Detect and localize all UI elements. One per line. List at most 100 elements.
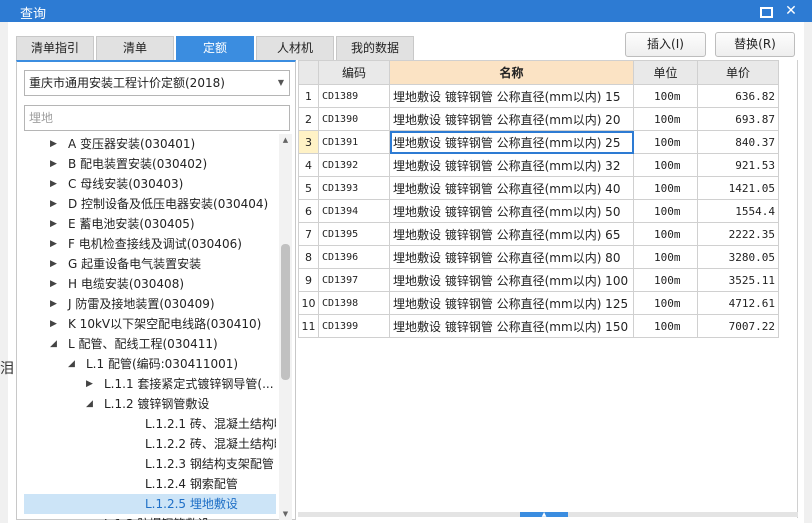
table-row[interactable]: 3 CD1391 埋地敷设 镀锌钢管 公称直径(mm以内) 25 100m 840.37 — [298, 130, 779, 154]
expand-arrow-icon[interactable]: ▶ — [50, 214, 60, 234]
cell-name[interactable]: 埋地敷设 镀锌钢管 公称直径(mm以内) 100 — [389, 268, 634, 292]
row-number[interactable]: 3 — [298, 130, 319, 154]
maximize-button[interactable] — [756, 2, 774, 20]
cell-price[interactable]: 3280.05 — [697, 245, 779, 269]
table-row[interactable]: 2 CD1390 埋地敷设 镀锌钢管 公称直径(mm以内) 20 100m 693.87 — [298, 107, 779, 131]
cell-name[interactable]: 埋地敷设 镀锌钢管 公称直径(mm以内) 125 — [389, 291, 634, 315]
expand-arrow-icon[interactable]: ▶ — [50, 154, 60, 174]
cell-name[interactable]: 埋地敷设 镀锌钢管 公称直径(mm以内) 80 — [389, 245, 634, 269]
scrollbar-thumb[interactable] — [281, 244, 290, 380]
tab-quota[interactable]: 定额 — [176, 36, 254, 60]
tree-node[interactable]: ▶ J 防雷及接地装置(030409) — [24, 294, 276, 314]
cell-name[interactable]: 埋地敷设 镀锌钢管 公称直径(mm以内) 50 — [389, 199, 634, 223]
row-number[interactable]: 10 — [298, 291, 319, 315]
cell-unit[interactable]: 100m — [633, 245, 698, 269]
collapse-arrow-icon[interactable]: ◢ — [50, 334, 60, 354]
row-number[interactable]: 2 — [298, 107, 319, 131]
tree-node[interactable]: ▶ E 蓄电池安装(030405) — [24, 214, 276, 234]
scroll-down-icon[interactable]: ▼ — [279, 508, 292, 520]
cell-price[interactable]: 4712.61 — [697, 291, 779, 315]
tree-node[interactable]: ▶ B 配电装置安装(030402) — [24, 154, 276, 174]
tree-node[interactable]: ▶ L.1.3 防爆钢管敷设 — [24, 514, 276, 520]
cell-unit[interactable]: 100m — [633, 199, 698, 223]
tree-node[interactable]: ▶ G 起重设备电气装置安装 — [24, 254, 276, 274]
tab-my-data[interactable]: 我的数据 — [336, 36, 414, 60]
cell-code[interactable]: CD1390 — [318, 107, 390, 131]
cell-price[interactable]: 693.87 — [697, 107, 779, 131]
cell-name[interactable]: 埋地敷设 镀锌钢管 公称直径(mm以内) 32 — [389, 153, 634, 177]
row-number[interactable]: 7 — [298, 222, 319, 246]
header-unit[interactable]: 单位 — [633, 60, 698, 85]
cell-code[interactable]: CD1398 — [318, 291, 390, 315]
cell-price[interactable]: 7007.22 — [697, 314, 779, 338]
cell-unit[interactable]: 100m — [633, 84, 698, 108]
close-button[interactable]: ✕ — [782, 2, 800, 20]
expand-arrow-icon[interactable]: ▶ — [50, 314, 60, 334]
tree-node[interactable]: L.1.2.2 砖、混凝土结构暗... — [24, 434, 276, 454]
row-number[interactable]: 5 — [298, 176, 319, 200]
quota-library-dropdown[interactable]: 重庆市通用安装工程计价定额(2018) ▼ — [24, 70, 290, 96]
tree-node[interactable]: ▶ K 10kV以下架空配电线路(030410) — [24, 314, 276, 334]
tab-bill[interactable]: 清单 — [96, 36, 174, 60]
cell-code[interactable]: CD1395 — [318, 222, 390, 246]
tree-node[interactable]: ▶ C 母线安装(030403) — [24, 174, 276, 194]
cell-price[interactable]: 1554.4 — [697, 199, 779, 223]
splitter-grip-icon[interactable]: ▲ — [520, 512, 568, 518]
cell-price[interactable]: 2222.35 — [697, 222, 779, 246]
scroll-up-icon[interactable]: ▲ — [279, 134, 292, 146]
cell-code[interactable]: CD1394 — [318, 199, 390, 223]
table-row[interactable]: 8 CD1396 埋地敷设 镀锌钢管 公称直径(mm以内) 80 100m 3280.0… — [298, 245, 779, 269]
tab-bill-guide[interactable]: 清单指引 — [16, 36, 94, 60]
table-row[interactable]: 5 CD1393 埋地敷设 镀锌钢管 公称直径(mm以内) 40 100m 1421.0… — [298, 176, 779, 200]
header-code[interactable]: 编码 — [318, 60, 390, 85]
expand-arrow-icon[interactable]: ▶ — [86, 374, 96, 394]
cell-code[interactable]: CD1392 — [318, 153, 390, 177]
table-row[interactable]: 9 CD1397 埋地敷设 镀锌钢管 公称直径(mm以内) 100 100m 3525.… — [298, 268, 779, 292]
cell-price[interactable]: 840.37 — [697, 130, 779, 154]
cell-unit[interactable]: 100m — [633, 153, 698, 177]
tree-node[interactable]: ▶ D 控制设备及低压电器安装(030404) — [24, 194, 276, 214]
cell-name[interactable]: 埋地敷设 镀锌钢管 公称直径(mm以内) 150 — [389, 314, 634, 338]
replace-button[interactable]: 替换(R) — [715, 32, 795, 57]
cell-name[interactable]: 埋地敷设 镀锌钢管 公称直径(mm以内) 25 — [389, 130, 634, 154]
cell-code[interactable]: CD1399 — [318, 314, 390, 338]
expand-arrow-icon[interactable]: ▶ — [50, 174, 60, 194]
panel-splitter[interactable]: ▲ — [298, 512, 798, 518]
table-row[interactable]: 7 CD1395 埋地敷设 镀锌钢管 公称直径(mm以内) 65 100m 2222.3… — [298, 222, 779, 246]
collapse-arrow-icon[interactable]: ◢ — [86, 394, 96, 414]
cell-unit[interactable]: 100m — [633, 268, 698, 292]
tree-node[interactable]: L.1.2.3 钢结构支架配管 — [24, 454, 276, 474]
tree-node[interactable]: L.1.2.4 钢索配管 — [24, 474, 276, 494]
cell-unit[interactable]: 100m — [633, 314, 698, 338]
table-row[interactable]: 1 CD1389 埋地敷设 镀锌钢管 公称直径(mm以内) 15 100m 636.82 — [298, 84, 779, 108]
row-number[interactable]: 8 — [298, 245, 319, 269]
header-price[interactable]: 单价 — [697, 60, 779, 85]
cell-unit[interactable]: 100m — [633, 176, 698, 200]
tree-scrollbar[interactable]: ▲ ▼ — [279, 134, 292, 520]
cell-price[interactable]: 636.82 — [697, 84, 779, 108]
tree-node[interactable]: ◢ L.1.2 镀锌钢管敷设 — [24, 394, 276, 414]
tree-node[interactable]: ◢ L.1 配管(编码:030411001) — [24, 354, 276, 374]
expand-arrow-icon[interactable]: ▶ — [50, 234, 60, 254]
cell-price[interactable]: 1421.05 — [697, 176, 779, 200]
table-row[interactable]: 11 CD1399 埋地敷设 镀锌钢管 公称直径(mm以内) 150 100m 7007… — [298, 314, 779, 338]
row-number[interactable]: 11 — [298, 314, 319, 338]
table-row[interactable]: 6 CD1394 埋地敷设 镀锌钢管 公称直径(mm以内) 50 100m 1554.4 — [298, 199, 779, 223]
row-number[interactable]: 4 — [298, 153, 319, 177]
cell-unit[interactable]: 100m — [633, 130, 698, 154]
tab-labor-material-machine[interactable]: 人材机 — [256, 36, 334, 60]
collapse-arrow-icon[interactable]: ◢ — [68, 354, 78, 374]
row-number[interactable]: 6 — [298, 199, 319, 223]
cell-unit[interactable]: 100m — [633, 107, 698, 131]
expand-arrow-icon[interactable]: ▶ — [50, 274, 60, 294]
tree-node[interactable]: ◢ L 配管、配线工程(030411) — [24, 334, 276, 354]
cell-code[interactable]: CD1391 — [318, 130, 390, 154]
table-row[interactable]: 4 CD1392 埋地敷设 镀锌钢管 公称直径(mm以内) 32 100m 921.53 — [298, 153, 779, 177]
expand-arrow-icon[interactable]: ▶ — [50, 134, 60, 154]
tree-node[interactable]: ▶ L.1.1 套接紧定式镀锌钢导管(... — [24, 374, 276, 394]
insert-button[interactable]: 插入(I) — [625, 32, 706, 57]
tree-node[interactable]: ▶ F 电机检查接线及调试(030406) — [24, 234, 276, 254]
expand-arrow-icon[interactable]: ▶ — [86, 514, 96, 520]
tree-node[interactable]: ▶ H 电缆安装(030408) — [24, 274, 276, 294]
table-row[interactable]: 10 CD1398 埋地敷设 镀锌钢管 公称直径(mm以内) 125 100m 4712… — [298, 291, 779, 315]
